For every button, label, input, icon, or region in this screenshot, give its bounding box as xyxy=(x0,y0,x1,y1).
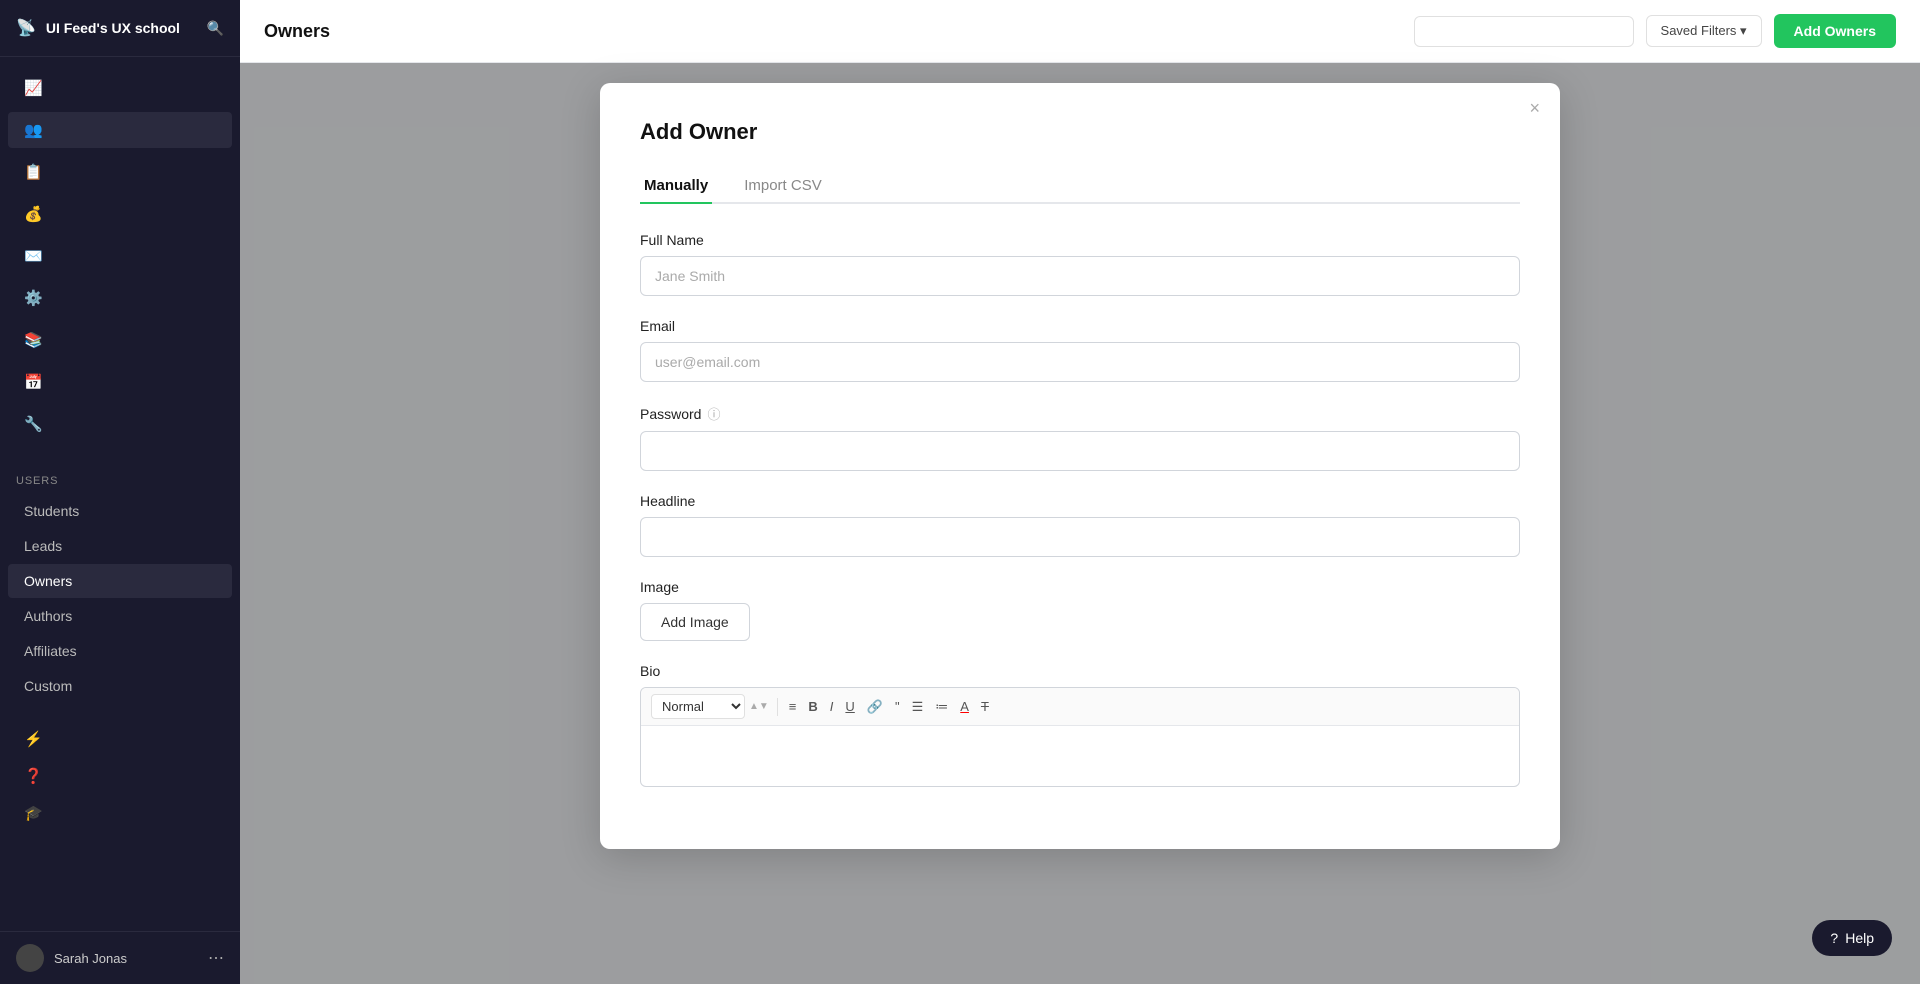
sidebar-item-label: Authors xyxy=(24,608,72,624)
sidebar-item-affiliates[interactable]: Affiliates xyxy=(8,634,232,668)
graduation-icon: 🎓 xyxy=(24,804,42,822)
text-color-button[interactable]: A xyxy=(955,697,974,716)
tab-manually[interactable]: Manually xyxy=(640,169,712,204)
italic-button[interactable]: I xyxy=(825,697,839,716)
sidebar-item-revenue[interactable]: 💰 xyxy=(8,196,232,232)
sidebar-item-leads[interactable]: Leads xyxy=(8,529,232,563)
password-group: Password ⓘ xyxy=(640,404,1520,471)
messages-icon: ✉️ xyxy=(24,247,42,265)
add-owners-button[interactable]: Add Owners xyxy=(1774,14,1896,48)
bolt-icon: ⚡ xyxy=(24,730,42,748)
main-content: Owners Saved Filters ▾ Add Owners × Add … xyxy=(240,0,1920,984)
format-select[interactable]: Normal Heading 1 Heading 2 Heading 3 xyxy=(651,694,745,719)
sidebar-item-analytics[interactable]: 📈 xyxy=(8,70,232,106)
sidebar-footer: Sarah Jonas ⋯ xyxy=(0,931,240,984)
avatar xyxy=(16,944,44,972)
headline-input[interactable] xyxy=(640,517,1520,557)
sidebar-item-owners[interactable]: Owners xyxy=(8,564,232,598)
main-header: Owners Saved Filters ▾ Add Owners xyxy=(240,0,1920,63)
sidebar-item-users[interactable]: 👥 xyxy=(8,112,232,148)
sidebar-item-integrations[interactable]: 🔧 xyxy=(8,406,232,442)
sidebar-item-label: Students xyxy=(24,503,79,519)
sidebar-item-label: Affiliates xyxy=(24,643,77,659)
full-name-label: Full Name xyxy=(640,232,1520,248)
search-input[interactable] xyxy=(1414,16,1634,47)
sidebar-item-graduation[interactable]: 🎓 xyxy=(8,795,232,831)
image-label: Image xyxy=(640,579,1520,595)
settings-icon: ⚙️ xyxy=(24,289,42,307)
user-name: Sarah Jonas xyxy=(54,951,198,966)
bio-label: Bio xyxy=(640,663,1520,679)
modal-title: Add Owner xyxy=(640,119,1520,145)
toolbar-divider-1 xyxy=(777,698,778,716)
integrations-icon: 🔧 xyxy=(24,415,42,433)
analytics-icon: 📈 xyxy=(24,79,42,97)
add-image-button[interactable]: Add Image xyxy=(640,603,750,641)
link-button[interactable]: 🔗 xyxy=(862,697,888,716)
sidebar-item-library[interactable]: 📚 xyxy=(8,322,232,358)
sidebar-item-custom[interactable]: Custom xyxy=(8,669,232,703)
sidebar-item-label: Leads xyxy=(24,538,62,554)
page-title: Owners xyxy=(264,21,1402,42)
sidebar-header: 📡 UI Feed's UX school 🔍 xyxy=(0,0,240,57)
help-button[interactable]: ? Help xyxy=(1812,920,1892,956)
format-chevron-icon: ▲▼ xyxy=(749,701,769,712)
bio-toolbar: Normal Heading 1 Heading 2 Heading 3 ▲▼ … xyxy=(641,688,1519,726)
password-label-row: Password ⓘ xyxy=(640,404,1520,423)
sidebar-item-help[interactable]: ❓ xyxy=(8,758,232,794)
sidebar-item-messages[interactable]: ✉️ xyxy=(8,238,232,274)
email-group: Email xyxy=(640,318,1520,382)
sidebar-search-icon[interactable]: 🔍 xyxy=(207,20,224,37)
sidebar-section-users: USERS xyxy=(0,455,240,493)
calendar-icon: 📅 xyxy=(24,373,42,391)
help-circle-icon: ? xyxy=(1830,930,1838,946)
modal-tabs: Manually Import CSV xyxy=(640,169,1520,204)
underline-button[interactable]: U xyxy=(840,697,859,716)
library-icon: 📚 xyxy=(24,331,42,349)
bullet-list-button[interactable]: ☰ xyxy=(907,697,929,716)
saved-filters-button[interactable]: Saved Filters ▾ xyxy=(1646,15,1762,47)
modal-close-button[interactable]: × xyxy=(1529,99,1540,117)
password-input[interactable] xyxy=(640,431,1520,471)
users-icon: 👥 xyxy=(24,121,42,139)
password-label: Password xyxy=(640,406,701,422)
full-name-group: Full Name xyxy=(640,232,1520,296)
bio-content-area[interactable] xyxy=(641,726,1519,786)
strikethrough-button[interactable]: T xyxy=(976,697,994,716)
more-options-icon[interactable]: ⋯ xyxy=(208,948,224,968)
sidebar-logo-icon: 📡 xyxy=(16,18,36,38)
sidebar-item-authors[interactable]: Authors xyxy=(8,599,232,633)
sidebar: 📡 UI Feed's UX school 🔍 📈 👥 📋 💰 ✉️ ⚙️ 📚 … xyxy=(0,0,240,984)
align-button[interactable]: ≡ xyxy=(784,697,802,716)
headline-group: Headline xyxy=(640,493,1520,557)
quote-button[interactable]: " xyxy=(890,697,905,716)
headline-label: Headline xyxy=(640,493,1520,509)
full-name-input[interactable] xyxy=(640,256,1520,296)
sidebar-item-label: Custom xyxy=(24,678,72,694)
bio-group: Bio Normal Heading 1 Heading 2 Heading 3… xyxy=(640,663,1520,787)
bold-button[interactable]: B xyxy=(803,697,822,716)
revenue-icon: 💰 xyxy=(24,205,42,223)
sidebar-item-students[interactable]: Students xyxy=(8,494,232,528)
help-icon: ❓ xyxy=(24,767,42,785)
email-input[interactable] xyxy=(640,342,1520,382)
sidebar-item-calendar[interactable]: 📅 xyxy=(8,364,232,400)
sidebar-item-dashboard[interactable]: 📋 xyxy=(8,154,232,190)
tab-import-csv[interactable]: Import CSV xyxy=(740,169,826,204)
help-label: Help xyxy=(1845,930,1874,946)
sidebar-item-settings[interactable]: ⚙️ xyxy=(8,280,232,316)
password-help-icon[interactable]: ⓘ xyxy=(707,404,720,423)
email-label: Email xyxy=(640,318,1520,334)
modal-add-owner: × Add Owner Manually Import CSV Full Nam… xyxy=(600,83,1560,849)
sidebar-item-bolt[interactable]: ⚡ xyxy=(8,721,232,757)
bio-editor: Normal Heading 1 Heading 2 Heading 3 ▲▼ … xyxy=(640,687,1520,787)
sidebar-title: UI Feed's UX school xyxy=(46,20,180,36)
modal-overlay: × Add Owner Manually Import CSV Full Nam… xyxy=(240,63,1920,984)
sidebar-item-label: Owners xyxy=(24,573,72,589)
ordered-list-button[interactable]: ≔ xyxy=(930,697,953,716)
image-group: Image Add Image xyxy=(640,579,1520,641)
dashboard-icon: 📋 xyxy=(24,163,42,181)
